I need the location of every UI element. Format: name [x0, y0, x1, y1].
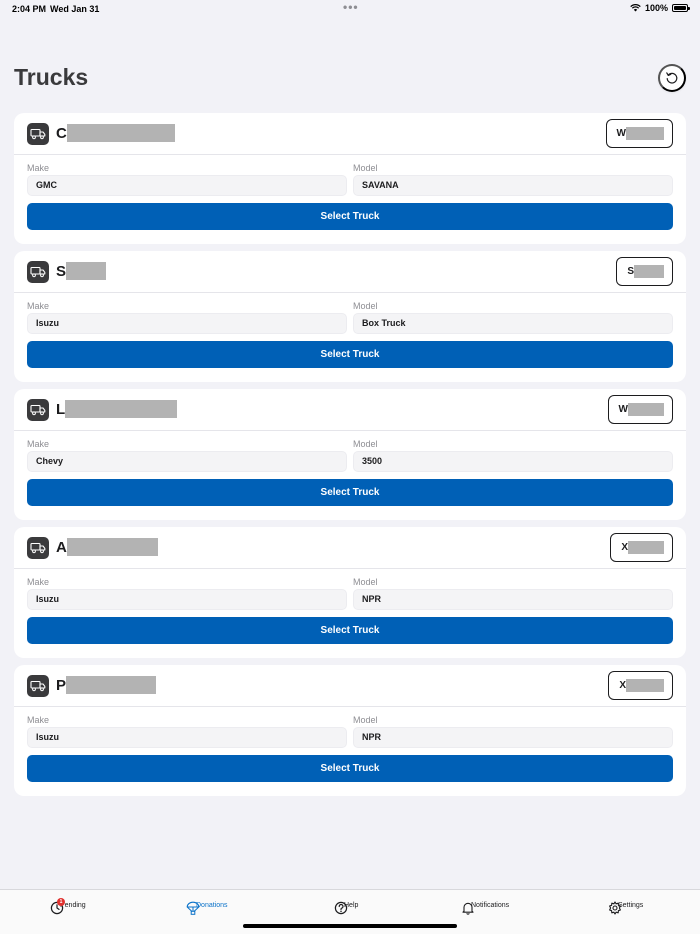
truck-name-initial: C	[56, 124, 67, 142]
redacted-unit	[628, 403, 664, 416]
truck-icon	[27, 261, 49, 283]
tab-label: Notifications	[471, 902, 510, 909]
model-field: SAVANA	[353, 175, 673, 196]
multitasking-dots-icon[interactable]: •••	[343, 0, 359, 14]
status-right: 100%	[630, 3, 690, 13]
make-label: Make	[27, 163, 50, 173]
model-label: Model	[353, 577, 378, 587]
pending-badge: 1	[57, 898, 65, 906]
unit-initial: S	[627, 266, 634, 277]
tab-help[interactable]: Help	[334, 899, 358, 919]
truck-card: A X Make Isuzu Model NPR Select Truck	[14, 527, 686, 658]
redacted-unit	[626, 127, 664, 140]
gear-icon	[608, 901, 622, 915]
truck-icon	[27, 537, 49, 559]
select-truck-button[interactable]: Select Truck	[27, 479, 673, 506]
model-label: Model	[353, 715, 378, 725]
truck-icon	[27, 675, 49, 697]
truck-list: C W Make GMC Model SAVANA Select Truck S…	[14, 113, 686, 803]
select-truck-button[interactable]: Select Truck	[27, 755, 673, 782]
redacted-name	[66, 262, 107, 280]
redacted-name	[65, 400, 178, 418]
unit-badge: W	[605, 119, 673, 148]
truck-name-initial: L	[56, 400, 66, 418]
truck-card: C W Make GMC Model SAVANA Select Truck	[14, 113, 686, 244]
tab-pending[interactable]: 1 Pending	[50, 898, 86, 919]
select-truck-button[interactable]: Select Truck	[27, 341, 673, 368]
truck-card-header: S S	[14, 251, 686, 293]
battery-icon	[672, 4, 690, 12]
truck-card-header: L W	[14, 389, 686, 431]
truck-name-initial: S	[56, 262, 67, 280]
tab-notifications[interactable]: Notifications	[461, 899, 509, 919]
make-label: Make	[27, 577, 50, 587]
tab-settings[interactable]: Settings	[608, 899, 643, 919]
truck-card-header: P X	[14, 665, 686, 707]
select-truck-button[interactable]: Select Truck	[27, 203, 673, 230]
unit-initial: W	[618, 404, 628, 415]
model-field: Box Truck	[353, 313, 673, 334]
truck-name: L	[56, 400, 178, 418]
unit-badge: W	[607, 395, 673, 424]
status-bar: 2:04 PM Wed Jan 31 ••• 100%	[0, 0, 700, 18]
status-time: 2:04 PM	[12, 4, 47, 14]
redacted-name	[66, 676, 157, 694]
make-label: Make	[27, 439, 50, 449]
status-date: Wed Jan 31	[50, 4, 100, 14]
truck-card: P X Make Isuzu Model NPR Select Truck	[14, 665, 686, 796]
truck-card: L W Make Chevy Model 3500 Select Truck	[14, 389, 686, 520]
make-field: GMC	[27, 175, 347, 196]
make-field: Isuzu	[27, 727, 347, 748]
model-label: Model	[353, 439, 378, 449]
model-label: Model	[353, 163, 378, 173]
bell-icon	[461, 901, 475, 915]
wifi-icon	[630, 4, 641, 12]
truck-name-initial: P	[56, 676, 67, 694]
truck-card: S S Make Isuzu Model Box Truck Select Tr…	[14, 251, 686, 382]
truck-name-initial: A	[56, 538, 67, 556]
page-title: Trucks	[14, 64, 89, 90]
clock-icon: 1	[50, 898, 65, 915]
model-label: Model	[353, 301, 378, 311]
unit-badge: X	[610, 533, 673, 562]
help-icon	[334, 901, 348, 915]
refresh-button[interactable]	[658, 64, 686, 92]
redacted-name	[66, 124, 175, 142]
unit-initial: W	[616, 128, 626, 139]
make-field: Chevy	[27, 451, 347, 472]
redacted-unit	[626, 679, 664, 692]
model-field: NPR	[353, 727, 673, 748]
battery-percent: 100%	[644, 3, 668, 13]
parachute-icon	[186, 901, 200, 915]
make-field: Isuzu	[27, 589, 347, 610]
truck-name: S	[56, 262, 107, 280]
truck-name: P	[56, 676, 157, 694]
tab-donations[interactable]: Donations	[186, 899, 228, 919]
redacted-name	[66, 538, 158, 556]
make-label: Make	[27, 715, 50, 725]
truck-icon	[27, 399, 49, 421]
select-truck-button[interactable]: Select Truck	[27, 617, 673, 644]
unit-badge: X	[608, 671, 673, 700]
model-field: 3500	[353, 451, 673, 472]
redacted-unit	[628, 541, 664, 554]
truck-card-header: A X	[14, 527, 686, 569]
redacted-unit	[634, 265, 664, 278]
unit-initial: X	[619, 680, 626, 691]
make-field: Isuzu	[27, 313, 347, 334]
tab-label: Donations	[196, 902, 228, 909]
refresh-icon	[666, 72, 678, 84]
make-label: Make	[27, 301, 50, 311]
truck-name: A	[56, 538, 158, 556]
model-field: NPR	[353, 589, 673, 610]
truck-icon	[27, 123, 49, 145]
truck-card-header: C W	[14, 113, 686, 155]
unit-badge: S	[616, 257, 673, 286]
unit-initial: X	[621, 542, 628, 553]
home-indicator	[243, 924, 457, 928]
truck-name: C	[56, 124, 175, 142]
